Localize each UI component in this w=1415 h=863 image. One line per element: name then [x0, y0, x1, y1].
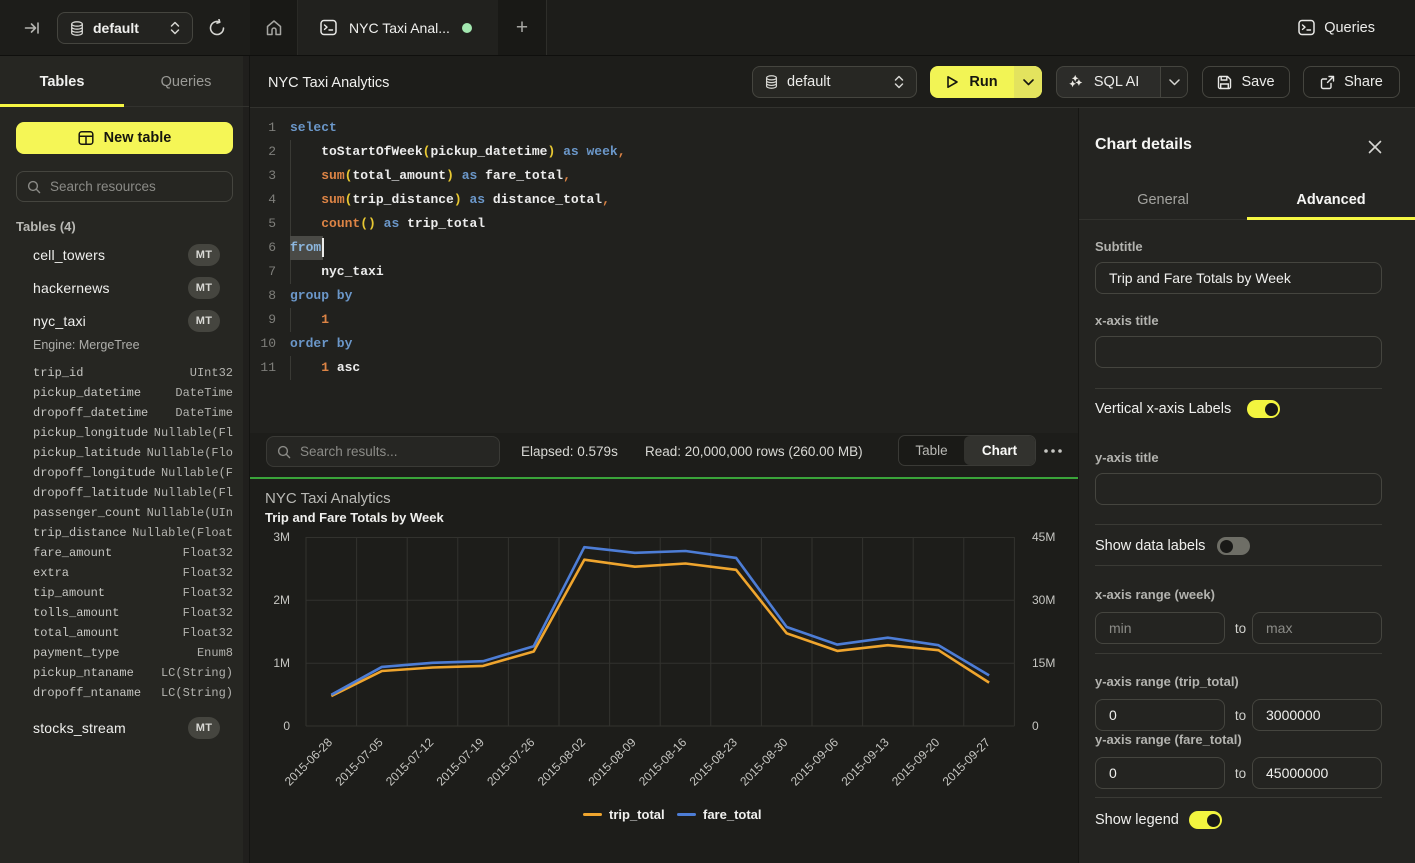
svg-text:2015-07-05: 2015-07-05: [332, 735, 386, 789]
svg-text:0: 0: [1032, 719, 1039, 733]
svg-text:2015-08-23: 2015-08-23: [687, 735, 741, 789]
svg-text:45M: 45M: [1032, 530, 1055, 544]
svg-text:3M: 3M: [273, 530, 290, 544]
svg-text:2015-08-09: 2015-08-09: [585, 735, 639, 789]
svg-text:2015-09-06: 2015-09-06: [788, 735, 842, 789]
svg-text:2015-07-26: 2015-07-26: [484, 735, 538, 789]
svg-text:30M: 30M: [1032, 593, 1055, 607]
svg-text:2015-08-16: 2015-08-16: [636, 735, 690, 789]
svg-text:0: 0: [283, 719, 290, 733]
svg-text:2015-06-28: 2015-06-28: [282, 735, 336, 789]
svg-text:2015-07-12: 2015-07-12: [383, 735, 437, 789]
svg-text:2015-08-30: 2015-08-30: [737, 735, 791, 789]
svg-text:2015-08-02: 2015-08-02: [535, 735, 589, 789]
svg-text:2015-09-13: 2015-09-13: [838, 735, 892, 789]
svg-text:trip_total: trip_total: [609, 807, 665, 822]
svg-text:2015-09-20: 2015-09-20: [889, 735, 943, 789]
svg-text:2015-07-19: 2015-07-19: [434, 735, 488, 789]
svg-text:15M: 15M: [1032, 656, 1055, 670]
svg-text:1M: 1M: [273, 656, 290, 670]
svg-text:fare_total: fare_total: [703, 807, 762, 822]
svg-text:2015-09-27: 2015-09-27: [940, 735, 994, 789]
svg-text:2M: 2M: [273, 593, 290, 607]
